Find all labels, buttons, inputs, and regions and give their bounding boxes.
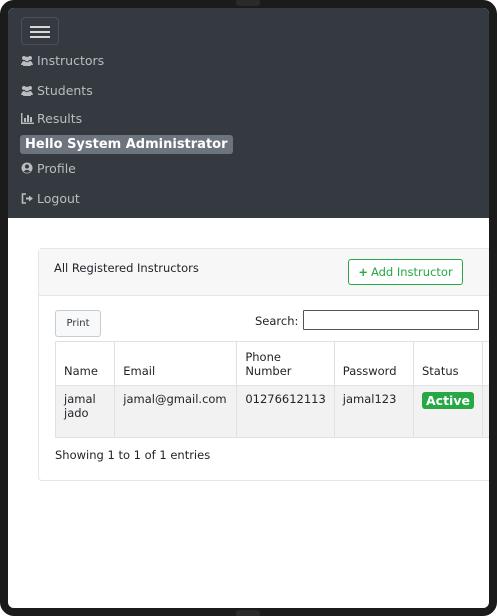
hamburger-icon-bar <box>30 31 50 33</box>
hinge-top <box>236 0 260 6</box>
nav-item-label: Results <box>37 110 83 126</box>
cell-status: Active <box>413 385 483 438</box>
hamburger-icon-bar <box>30 26 50 28</box>
menu-toggle-button[interactable] <box>21 17 59 45</box>
column-header-email[interactable]: Email <box>114 341 238 386</box>
table-header-row: Name Email Phone Number Password Status <box>54 341 489 386</box>
nav-item-label: Students <box>37 82 93 98</box>
column-header-status[interactable]: Status <box>413 341 483 386</box>
user-circle-icon <box>20 162 34 174</box>
search-input[interactable] <box>303 310 479 330</box>
screen: Instructors Students Results Hello Syste… <box>8 8 489 608</box>
nav-item-label: Logout <box>37 190 80 206</box>
instructors-card: All Registered Instructors + Add Instruc… <box>38 248 489 481</box>
nav-item-label: Profile <box>37 160 76 176</box>
cell-actions <box>481 385 489 438</box>
bar-chart-icon <box>20 112 34 124</box>
cell-password: jamal123 <box>333 385 415 438</box>
plus-icon: + <box>358 265 368 279</box>
card-title: All Registered Instructors <box>54 261 199 275</box>
cell-name: jamal jado <box>54 385 116 438</box>
navbar: Instructors Students Results Hello Syste… <box>8 8 489 218</box>
nav-item-label: Instructors <box>37 52 105 68</box>
nav-item-results[interactable]: Results <box>20 108 82 128</box>
status-badge: Active <box>422 392 474 409</box>
add-instructor-button[interactable]: + Add Instructor <box>348 259 463 285</box>
table-info: Showing 1 to 1 of 1 entries <box>55 448 211 462</box>
users-icon <box>20 54 34 66</box>
print-button[interactable]: Print <box>55 310 101 337</box>
hamburger-icon-bar <box>30 36 50 38</box>
column-header-phone[interactable]: Phone Number <box>236 341 335 386</box>
greeting-badge: Hello System Administrator <box>20 135 233 154</box>
nav-item-students[interactable]: Students <box>20 80 93 100</box>
cell-email: jamal@gmail.com <box>114 385 238 438</box>
nav-item-logout[interactable]: Logout <box>20 188 80 208</box>
add-instructor-label: Add Instructor <box>370 265 453 279</box>
nav-item-profile[interactable]: Profile <box>20 158 76 178</box>
column-header-actions <box>481 341 489 386</box>
users-icon <box>20 84 34 96</box>
search-label: Search: <box>255 314 299 328</box>
card-header: All Registered Instructors + Add Instruc… <box>39 249 489 296</box>
instructors-table: Name Email Phone Number Password Status … <box>54 341 489 438</box>
cell-phone: 01276612113 <box>236 385 335 438</box>
column-header-password[interactable]: Password <box>333 341 415 386</box>
column-header-name[interactable]: Name <box>54 341 116 386</box>
sign-out-icon <box>20 192 34 204</box>
table-row: jamal jado jamal@gmail.com 01276612113 j… <box>54 385 489 438</box>
hinge-bottom <box>236 610 260 616</box>
nav-item-instructors[interactable]: Instructors <box>20 50 104 70</box>
